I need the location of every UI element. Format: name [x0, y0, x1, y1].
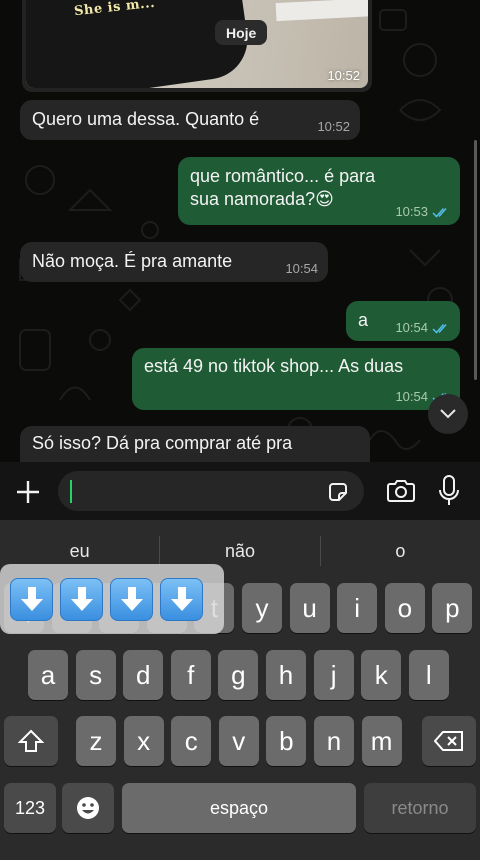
- message-text: Quero uma dessa. Quanto é: [32, 109, 260, 129]
- image-message[interactable]: She is m... 10:52: [22, 0, 372, 92]
- key-y[interactable]: y: [242, 583, 282, 633]
- read-ticks-icon: [432, 207, 447, 218]
- space-key[interactable]: espaço: [122, 783, 356, 833]
- microphone-icon[interactable]: [438, 475, 460, 507]
- down-arrow-icon: [120, 587, 143, 611]
- suggestion-2[interactable]: não: [160, 534, 319, 568]
- key-b[interactable]: b: [266, 716, 307, 766]
- emoji-suggestion-popup: [0, 564, 224, 634]
- message-time: 10:53: [395, 204, 428, 219]
- key-m[interactable]: m: [361, 716, 402, 766]
- shift-key[interactable]: [4, 716, 58, 766]
- scroll-down-button[interactable]: [428, 394, 468, 434]
- delete-key[interactable]: [422, 716, 476, 766]
- outgoing-message[interactable]: que romântico... é para sua namorada?😍 1…: [178, 157, 460, 225]
- on-screen-keyboard: eu não o qwertyuiopasdfghjklzxcvbnm123es…: [0, 520, 480, 860]
- message-time: 10:52: [327, 68, 360, 83]
- outgoing-message[interactable]: está 49 no tiktok shop... As duas 10:54: [132, 348, 460, 410]
- key-o[interactable]: o: [384, 583, 425, 633]
- down-arrow-emoji[interactable]: [160, 577, 203, 621]
- key-j[interactable]: j: [313, 650, 354, 700]
- message-time: 10:54: [395, 389, 428, 404]
- paper-shape: [275, 0, 368, 22]
- down-arrow-icon: [170, 587, 193, 611]
- plus-icon[interactable]: [14, 478, 42, 506]
- key-h[interactable]: h: [266, 650, 306, 700]
- key-f[interactable]: f: [170, 650, 211, 700]
- message-time: 10:54: [285, 261, 318, 276]
- suggestion-1[interactable]: eu: [0, 534, 159, 568]
- message-input[interactable]: [58, 471, 364, 511]
- key-x[interactable]: x: [123, 716, 164, 766]
- message-text: Não moça. É pra amante: [32, 251, 233, 271]
- chat-area[interactable]: She is m... 10:52 Hoje Quero uma dessa. …: [0, 0, 480, 462]
- down-arrow-emoji[interactable]: [110, 577, 153, 621]
- key-v[interactable]: v: [218, 716, 259, 766]
- camera-icon[interactable]: [386, 479, 416, 503]
- key-s[interactable]: s: [75, 650, 116, 700]
- return-key[interactable]: retorno: [364, 783, 476, 833]
- numbers-key[interactable]: 123: [4, 783, 56, 833]
- key-i[interactable]: i: [337, 583, 378, 633]
- scrollbar[interactable]: [474, 140, 477, 380]
- down-arrow-icon: [70, 587, 93, 611]
- key-d[interactable]: d: [123, 650, 164, 700]
- message-text: Só isso? Dá pra comprar até pra: [32, 433, 293, 453]
- key-u[interactable]: u: [289, 583, 330, 633]
- incoming-message[interactable]: Quero uma dessa. Quanto é 10:52: [20, 100, 360, 140]
- message-time: 10:52: [317, 119, 350, 134]
- message-input-bar: [0, 462, 480, 520]
- emoji-icon: [77, 797, 99, 819]
- shift-icon: [18, 729, 44, 752]
- incoming-message[interactable]: Não moça. É pra amante 10:54: [20, 242, 328, 282]
- key-l[interactable]: l: [408, 650, 449, 700]
- key-k[interactable]: k: [361, 650, 402, 700]
- incoming-message[interactable]: Só isso? Dá pra comprar até pra: [20, 426, 370, 462]
- date-label: Hoje: [215, 20, 268, 45]
- suggestion-bar: eu não o: [0, 534, 480, 568]
- key-a[interactable]: a: [28, 650, 68, 700]
- delete-icon: [434, 731, 463, 751]
- chevron-down-icon: [440, 409, 456, 419]
- suggestion-3[interactable]: o: [321, 534, 480, 568]
- down-arrow-icon: [20, 587, 43, 611]
- down-arrow-emoji[interactable]: [60, 577, 103, 621]
- read-ticks-icon: [432, 323, 447, 334]
- key-n[interactable]: n: [314, 716, 354, 766]
- key-g[interactable]: g: [218, 650, 259, 700]
- emoji-key[interactable]: [62, 783, 114, 833]
- outgoing-message[interactable]: a 10:54: [346, 301, 460, 341]
- message-text: que romântico... é para sua namorada?😍: [190, 166, 376, 209]
- shirt-photo[interactable]: She is m...: [26, 0, 368, 88]
- sticker-icon[interactable]: [326, 480, 350, 504]
- key-z[interactable]: z: [76, 716, 116, 766]
- message-time: 10:54: [395, 320, 428, 335]
- message-text: está 49 no tiktok shop... As duas: [144, 356, 404, 376]
- down-arrow-emoji[interactable]: [10, 577, 53, 621]
- key-p[interactable]: p: [432, 583, 473, 633]
- key-c[interactable]: c: [171, 716, 212, 766]
- text-cursor: [70, 480, 72, 503]
